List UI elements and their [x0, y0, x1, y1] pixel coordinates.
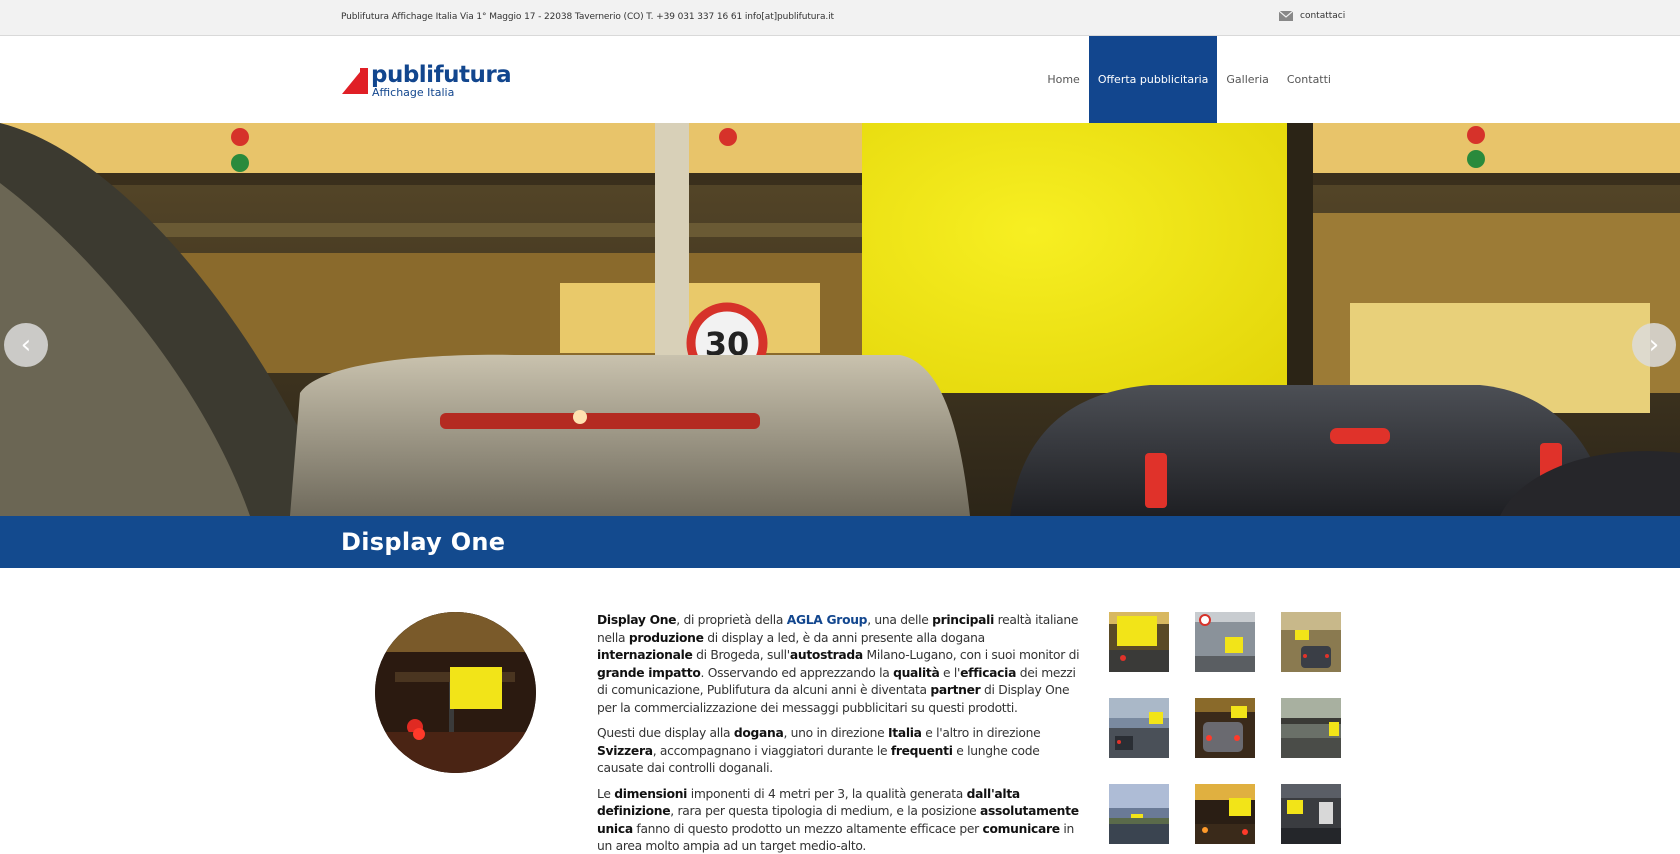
emphasis-text: dimensioni	[614, 786, 688, 801]
emphasis-text: principali	[932, 613, 994, 627]
company-info: Publifutura Affichage Italia Via 1° Magg…	[341, 12, 834, 22]
contact-link-label: contattaci	[1300, 11, 1346, 21]
emphasis-text: qualità	[893, 665, 940, 680]
body-text: Le	[597, 786, 615, 801]
gallery-thumbnail[interactable]	[1281, 612, 1341, 672]
contact-link[interactable]: contattaci	[1279, 11, 1345, 21]
body-text: fanno di questo prodotto un mezzo altame…	[632, 821, 983, 836]
slider-prev-button[interactable]: ‹	[4, 323, 48, 367]
emphasis-text: grande impatto	[597, 665, 701, 680]
product-circle-image	[375, 612, 536, 773]
brand-link[interactable]: AGLA Group	[787, 613, 868, 627]
body-text: , rara per questa tipologia di medium, e…	[670, 804, 980, 818]
logo-name: publifutura	[371, 62, 512, 88]
hero-slider: 30 ‹ ›	[0, 123, 1680, 516]
emphasis-text: dogana	[733, 726, 784, 740]
gallery-thumbnail[interactable]	[1109, 698, 1169, 758]
emphasis-text: internazionale	[597, 648, 693, 662]
gallery-thumbnail[interactable]	[1195, 784, 1255, 844]
chevron-right-icon: ›	[1648, 330, 1660, 360]
hero-image: 30	[0, 123, 1680, 516]
body-text: , uno in direzione	[783, 726, 888, 740]
gallery-thumbnail[interactable]	[1281, 784, 1341, 844]
page: Publifutura Affichage Italia Via 1° Magg…	[0, 0, 1680, 854]
emphasis-text: partner	[930, 683, 981, 697]
main-nav: Home Offerta pubblicitaria Galleria Cont…	[1038, 36, 1340, 123]
body-text: imponenti di 4 metri per 3, la qualità g…	[687, 786, 967, 801]
chevron-left-icon: ‹	[20, 330, 32, 360]
thumbnail-gallery	[1109, 612, 1341, 847]
logo-mark-icon	[342, 68, 368, 94]
emphasis-text: efficacia	[960, 665, 1017, 680]
logo[interactable]: publifutura Affichage Italia	[342, 62, 532, 102]
logo-subtitle: Affichage Italia	[372, 86, 455, 99]
nav-item-galleria[interactable]: Galleria	[1217, 36, 1277, 123]
paragraph-intro: Display One, di proprietà della AGLA Gro…	[597, 612, 1082, 717]
paragraph-dogana: Questi due display alla dogana, uno in d…	[597, 725, 1082, 778]
body-text: e l'	[939, 665, 961, 680]
display-photo	[375, 612, 536, 773]
page-title-band: Display One	[0, 516, 1680, 568]
paragraph-dimensioni: Le dimensioni imponenti di 4 metri per 3…	[597, 786, 1082, 854]
site-header: publifutura Affichage Italia Home Offert…	[0, 36, 1680, 123]
gallery-thumbnail[interactable]	[1109, 784, 1169, 844]
body-text: , di proprietà della	[676, 613, 787, 627]
gallery-thumbnail[interactable]	[1195, 698, 1255, 758]
emphasis-text: Display One	[597, 613, 677, 627]
emphasis-text: comunicare	[982, 821, 1061, 836]
nav-item-home[interactable]: Home	[1038, 36, 1088, 123]
body-text: . Osservando ed apprezzando la	[700, 665, 894, 680]
top-info-bar: Publifutura Affichage Italia Via 1° Magg…	[0, 0, 1680, 36]
product-description: Display One, di proprietà della AGLA Gro…	[597, 612, 1082, 854]
emphasis-text: frequenti	[890, 743, 953, 758]
body-text: , una delle	[867, 613, 933, 627]
body-text: Milano-Lugano, con i suoi monitor di	[862, 648, 1080, 662]
emphasis-text: Svizzera	[597, 743, 653, 758]
page-title: Display One	[341, 528, 506, 556]
body-text: e l'altro in direzione	[921, 726, 1041, 740]
emphasis-text: Italia	[887, 726, 922, 740]
body-text: di display a led, è da anni presente all…	[703, 630, 985, 645]
body-text: , accompagnano i viaggiatori durante le	[652, 743, 891, 758]
emphasis-text: autostrada	[789, 648, 863, 662]
body-text: di Brogeda, sull'	[692, 648, 790, 662]
gallery-thumbnail[interactable]	[1109, 612, 1169, 672]
slider-next-button[interactable]: ›	[1632, 323, 1676, 367]
nav-item-contatti[interactable]: Contatti	[1278, 36, 1340, 123]
body-text: Questi due display alla	[597, 726, 734, 740]
gallery-thumbnail[interactable]	[1281, 698, 1341, 758]
mail-icon	[1279, 11, 1293, 21]
emphasis-text: produzione	[628, 630, 704, 645]
nav-item-offerta-pubblicitaria[interactable]: Offerta pubblicitaria	[1088, 36, 1218, 123]
gallery-thumbnail[interactable]	[1195, 612, 1255, 672]
